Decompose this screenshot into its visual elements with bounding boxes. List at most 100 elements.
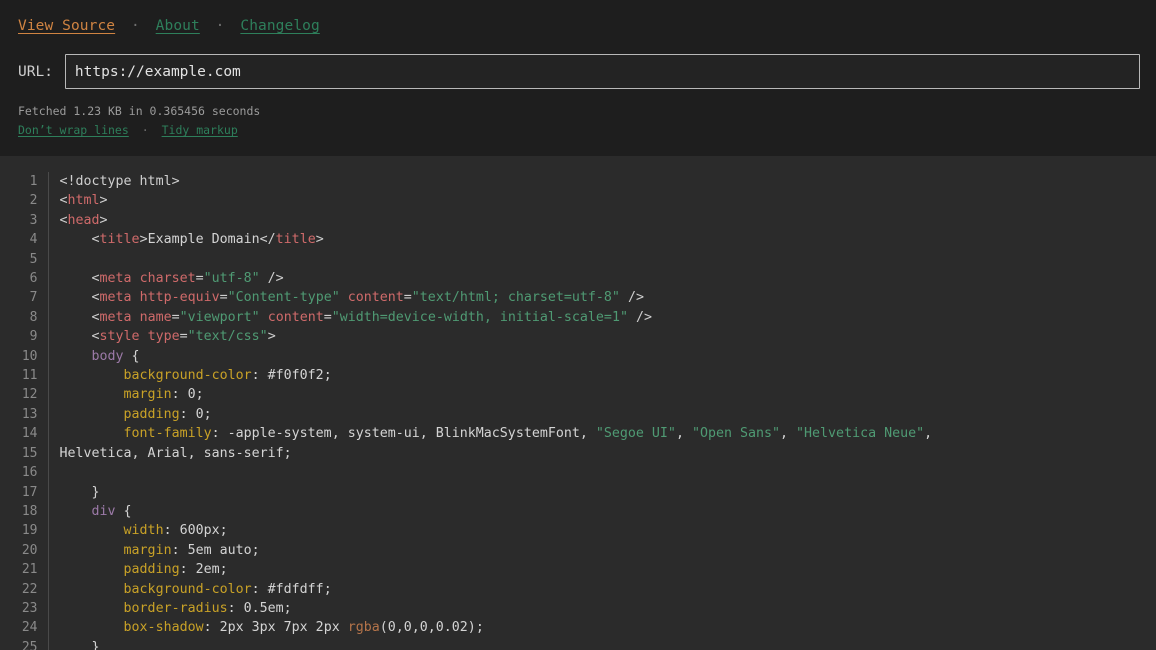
url-input[interactable]: [64, 54, 1140, 89]
line-number: 3: [29, 212, 38, 228]
code-token-val: {: [115, 503, 132, 519]
code-token-val: ,: [675, 426, 692, 442]
code-token-string: "text/html; charset=utf-8": [411, 290, 620, 306]
code-token-punct: [260, 310, 268, 325]
code-line-content[interactable]: }: [47, 637, 1156, 650]
code-token-punct: =: [171, 309, 180, 325]
code-line: 19 width: 600px;: [0, 521, 1156, 541]
line-number: 1: [29, 174, 38, 189]
line-number: 7: [29, 290, 38, 306]
tidy-markup-link[interactable]: Tidy markup: [162, 123, 238, 137]
code-token-tag: title: [99, 232, 140, 248]
code-table: 1 <!doctype html> 2 <html> 3 <head> 4 <title>E…: [0, 172, 1156, 650]
code-line-content[interactable]: padding: 2em;: [47, 560, 1156, 580]
nav-link-view-source[interactable]: View Source: [18, 18, 115, 34]
code-line-content[interactable]: width: 600px;: [47, 521, 1156, 541]
code-line-content[interactable]: body {: [47, 346, 1156, 367]
line-number: 24: [21, 620, 38, 636]
nav-link-about[interactable]: About: [156, 18, 200, 34]
code-token-punct: <: [59, 212, 68, 228]
code-body: 1 <!doctype html> 2 <html> 3 <head> 4 <title>E…: [0, 172, 1156, 650]
code-token-punct: <: [59, 329, 100, 345]
code-line-content[interactable]: [47, 249, 1156, 270]
code-line-content[interactable]: border-radius: 0.5em;: [47, 598, 1156, 619]
code-token-string: "Helvetica Neue": [796, 426, 925, 442]
code-line-content[interactable]: div {: [47, 501, 1156, 522]
code-token-val: : 2px 3px 7px 2px: [203, 620, 348, 636]
line-number: 13: [21, 406, 38, 422]
line-number: 4: [29, 232, 38, 248]
line-number: 15: [21, 445, 38, 461]
code-token-tag: title: [275, 232, 316, 248]
code-line-content[interactable]: <!doctype html>: [47, 172, 1156, 192]
code-token-text: Example Domain: [147, 232, 260, 248]
code-token-punct: =: [323, 309, 332, 325]
code-line: 17 }: [0, 482, 1156, 502]
code-line: 24 box-shadow: 2px 3px 7px 2px rgba(0,0,…: [0, 618, 1156, 638]
code-token-punct: =: [179, 329, 188, 345]
code-line-content[interactable]: background-color: #fdfdff;: [47, 579, 1156, 599]
code-token-attr: type: [147, 329, 180, 345]
code-token-val: ,: [780, 426, 797, 442]
code-line-content[interactable]: background-color: #f0f0f2;: [47, 366, 1156, 386]
code-token-sel: body: [59, 348, 124, 364]
code-line-content[interactable]: margin: 5em auto;: [47, 540, 1156, 561]
code-token-punct: <: [59, 309, 100, 325]
primary-nav: View Source · About · Changelog: [18, 16, 1140, 36]
code-token-val: (0,0,0,0.02);: [379, 620, 484, 636]
code-token-prop: background-color: [59, 581, 252, 597]
code-line: 1 <!doctype html>: [0, 172, 1156, 192]
line-number: 9: [29, 329, 38, 345]
code-line-content[interactable]: Helvetica, Arial, sans-serif;: [47, 443, 1156, 464]
option-links: Don’t wrap lines · Tidy markup: [18, 122, 1140, 138]
code-token-punct: =: [403, 290, 412, 306]
code-token-punct: =: [195, 271, 204, 287]
code-token-val: : 0.5em;: [227, 600, 292, 616]
code-line: 25 }: [0, 637, 1156, 650]
code-token-punct: [340, 290, 348, 305]
code-line: 14 font-family: -apple-system, system-ui…: [0, 424, 1156, 444]
code-line-content[interactable]: padding: 0;: [47, 404, 1156, 425]
line-number: 5: [29, 251, 38, 267]
code-line-content[interactable]: <title>Example Domain</title>: [47, 230, 1156, 250]
code-token-punct: </: [259, 232, 276, 248]
code-line-content[interactable]: box-shadow: 2px 3px 7px 2px rgba(0,0,0,0…: [47, 618, 1156, 638]
nav-link-changelog[interactable]: Changelog: [240, 18, 319, 34]
code-token-attr: charset: [139, 271, 196, 287]
code-line: 12 margin: 0;: [0, 385, 1156, 405]
code-line-content[interactable]: [47, 463, 1156, 483]
code-token-val: ,: [924, 426, 933, 442]
code-line: 6 <meta charset="utf-8" />: [0, 269, 1156, 289]
code-token-punct: >: [315, 232, 324, 248]
code-token-val: : -apple-system, system-ui, BlinkMacSyst…: [211, 426, 596, 442]
code-line-content[interactable]: <style type="text/css">: [47, 327, 1156, 347]
code-token-val: : 2em;: [179, 562, 228, 578]
line-number: 8: [29, 309, 38, 325]
code-line-content[interactable]: <meta charset="utf-8" />: [47, 269, 1156, 289]
code-token-punct: =: [219, 290, 228, 306]
line-number: 18: [21, 503, 38, 519]
source-code-viewer[interactable]: 1 <!doctype html> 2 <html> 3 <head> 4 <title>E…: [0, 156, 1156, 650]
code-token-punct: <: [59, 290, 100, 306]
code-line-content[interactable]: font-family: -apple-system, system-ui, B…: [47, 424, 1156, 444]
code-line: 9 <style type="text/css">: [0, 327, 1156, 347]
code-line: 2 <html>: [0, 191, 1156, 211]
url-label: URL:: [18, 63, 53, 80]
code-line-content[interactable]: <meta http-equiv="Content-type" content=…: [47, 288, 1156, 308]
code-token-tag: meta: [99, 271, 140, 287]
line-number: 2: [29, 193, 38, 209]
code-token-punct: <!doctype html>: [59, 174, 180, 189]
code-line-content[interactable]: <meta name="viewport" content="width=dev…: [47, 307, 1156, 328]
code-line-content[interactable]: <html>: [47, 191, 1156, 211]
code-line: 8 <meta name="viewport" content="width=d…: [0, 307, 1156, 328]
code-line-content[interactable]: <head>: [47, 210, 1156, 231]
code-token-prop: box-shadow: [59, 620, 204, 636]
code-line: 20 margin: 5em auto;: [0, 540, 1156, 561]
line-number: 22: [21, 581, 38, 597]
code-token-tag: meta: [99, 290, 140, 306]
code-line-content[interactable]: margin: 0;: [47, 385, 1156, 405]
toggle-wrap-lines-link[interactable]: Don’t wrap lines: [18, 123, 129, 137]
nav-separator-2: ·: [215, 18, 225, 34]
code-line-content[interactable]: }: [47, 482, 1156, 502]
code-token-val: : 5em auto;: [171, 542, 260, 558]
